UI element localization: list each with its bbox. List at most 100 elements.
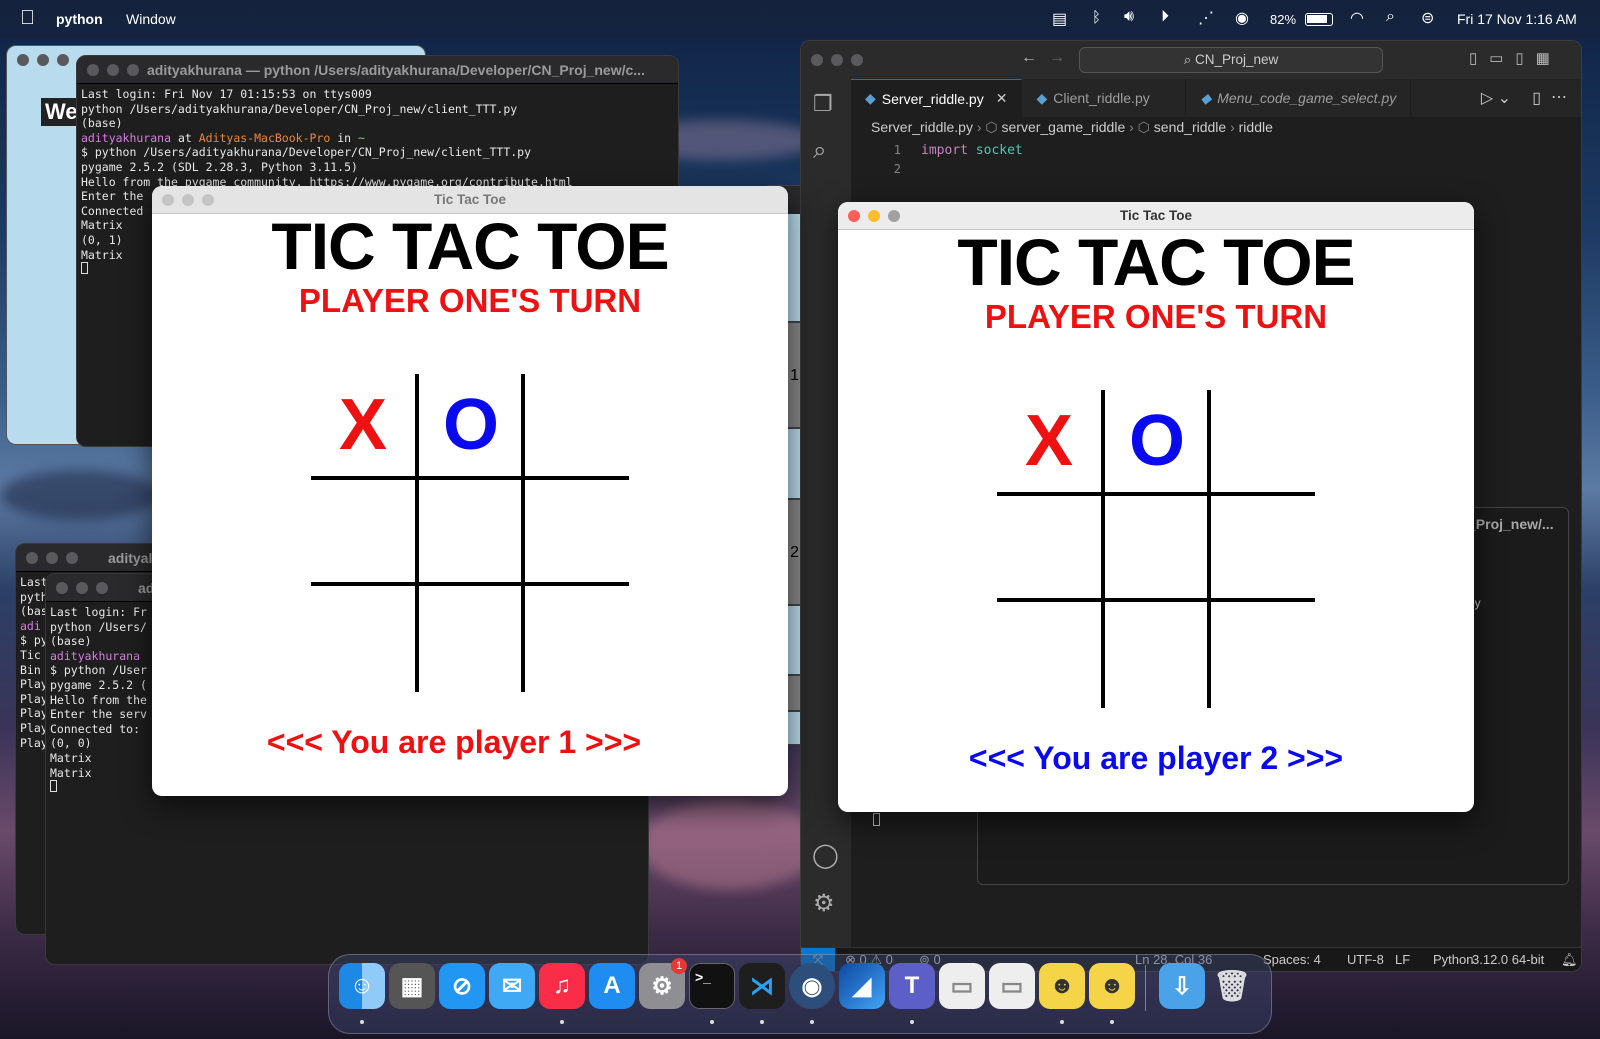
control-center-icon[interactable]: ⊜: [1421, 8, 1434, 28]
back-arrow-icon[interactable]: ←: [1021, 49, 1037, 67]
status-eol[interactable]: LF: [1395, 952, 1410, 967]
forward-arrow-icon[interactable]: →: [1049, 49, 1065, 67]
apple-icon[interactable]: : [20, 7, 35, 30]
bell-icon[interactable]: 🔔︎: [1561, 952, 1578, 968]
app-store-icon[interactable]: A: [589, 963, 635, 1009]
search-label: CN_Proj_new: [1195, 52, 1279, 67]
running-indicator: [1060, 1020, 1064, 1024]
line: Play: [20, 691, 48, 706]
game-board[interactable]: X O: [997, 390, 1315, 708]
terminal-icon[interactable]: >_: [689, 963, 735, 1009]
python-app-icon[interactable]: ☻: [1089, 963, 1135, 1009]
search-icon[interactable]: ⌕: [1386, 8, 1395, 26]
music-icon[interactable]: ♫: [539, 963, 585, 1009]
gear-icon[interactable]: ⚙: [813, 889, 835, 918]
python-file-icon: ◆: [1200, 89, 1212, 106]
status-language[interactable]: Python: [1433, 952, 1473, 967]
teams-icon[interactable]: T: [889, 963, 935, 1009]
line-number: 1: [893, 143, 901, 157]
tab-menu-code[interactable]: ◆ Menu_code_game_select.py: [1186, 79, 1412, 117]
editor-tabs: ◆ Server_riddle.py ✕ ◆ Client_riddle.py ◆ Me…: [851, 79, 1581, 117]
downloads-folder-icon[interactable]: ⇩: [1159, 963, 1205, 1009]
command-center-search[interactable]: ⌕ CN_Proj_new: [1079, 47, 1383, 73]
user-icon[interactable]: ◉: [1235, 8, 1249, 28]
terminal-titlebar[interactable]: adityakhurana — python /Users/adityakhur…: [77, 56, 678, 84]
prompt-user: adityakhurana: [81, 130, 172, 145]
terminal-cursor[interactable]: [81, 262, 88, 275]
breadcrumb-symbol[interactable]: send_riddle: [1154, 119, 1226, 135]
window-buttons[interactable]: [26, 552, 78, 564]
search-icon[interactable]: ⌕: [813, 137, 826, 165]
terminal-cursor[interactable]: [873, 813, 880, 826]
line: $ python /Users/adityakhurana/Developer/…: [81, 145, 532, 160]
terminal-titlebar[interactable]: adityal: [16, 544, 174, 572]
wireshark-icon[interactable]: ◢: [839, 963, 885, 1009]
board-cell-0-1[interactable]: O: [419, 384, 523, 466]
explorer-icon[interactable]: ❐: [813, 91, 833, 117]
window-buttons[interactable]: [87, 64, 139, 76]
window-buttons[interactable]: [811, 54, 863, 66]
python-app-icon[interactable]: ☻: [1039, 963, 1085, 1009]
more-icon[interactable]: ⋯: [1551, 87, 1567, 107]
bluetooth-icon[interactable]: ᛒ: [1092, 9, 1101, 26]
game-window-title: Tic Tac Toe: [1119, 208, 1193, 223]
board-cell-0-0[interactable]: X: [311, 384, 415, 466]
launchpad-icon[interactable]: ▦: [389, 963, 435, 1009]
airplay-icon[interactable]: ⋰: [1198, 8, 1214, 28]
tic-tac-toe-window-player2[interactable]: Tic Tac Toe TIC TAC TOE PLAYER ONE'S TUR…: [838, 202, 1474, 812]
trash-icon[interactable]: 🗑︎: [1209, 963, 1255, 1009]
menu-option-number: 2: [790, 544, 799, 561]
line: pyth: [20, 589, 48, 604]
game-board[interactable]: X O: [311, 374, 629, 692]
vscode-titlebar[interactable]: ← → ⌕ CN_Proj_new ▯▭▯▦: [801, 41, 1581, 79]
running-indicator: [560, 1020, 564, 1024]
window-buttons[interactable]: [848, 210, 900, 222]
line: Matrix: [50, 765, 92, 780]
python-launcher-icon[interactable]: ◉: [789, 963, 835, 1009]
code-editor[interactable]: import socket: [921, 141, 1023, 160]
layout-icons[interactable]: ▯▭▯▦: [1469, 49, 1562, 67]
tic-tac-toe-window-player1[interactable]: Tic Tac Toe TIC TAC TOE PLAYER ONE'S TUR…: [152, 186, 788, 796]
status-encoding[interactable]: UTF-8: [1347, 952, 1384, 967]
game-window-title: Tic Tac Toe: [433, 192, 507, 207]
battery-icon[interactable]: [1305, 13, 1333, 26]
breadcrumb-symbol[interactable]: server_game_riddle: [1002, 119, 1126, 135]
play-icon[interactable]: ⏵︎: [1161, 8, 1169, 26]
breadcrumb: Server_riddle.py › ⬡ server_game_riddle …: [871, 119, 1273, 136]
close-icon[interactable]: ✕: [996, 90, 1008, 107]
prompt-dir: ~: [357, 130, 365, 145]
wifi-icon[interactable]: ◠: [1350, 8, 1364, 28]
vscode-icon[interactable]: ⋊: [739, 963, 785, 1009]
document-icon[interactable]: ▭: [989, 963, 1035, 1009]
status-indent[interactable]: Spaces: 4: [1263, 952, 1321, 967]
keyboard-icon[interactable]: ▤: [1052, 9, 1067, 29]
split-editor-icon[interactable]: ▯: [1532, 88, 1541, 108]
finder-icon[interactable]: ☺: [339, 963, 385, 1009]
running-indicator: [760, 1020, 764, 1024]
menu-app-name[interactable]: python: [56, 11, 103, 27]
line: (0, 0): [50, 736, 92, 751]
safari-icon[interactable]: ⊘: [439, 963, 485, 1009]
tab-client-riddle[interactable]: ◆ Client_riddle.py: [1022, 79, 1187, 117]
line: Last login: Fr: [50, 605, 147, 619]
account-icon[interactable]: ◯: [812, 841, 839, 870]
menu-datetime[interactable]: Fri 17 Nov 1:16 AM: [1457, 11, 1577, 27]
window-buttons[interactable]: [17, 54, 69, 66]
terminal-cursor[interactable]: [50, 780, 57, 793]
breadcrumb-file[interactable]: Server_riddle.py: [871, 119, 973, 135]
tab-server-riddle[interactable]: ◆ Server_riddle.py ✕: [851, 79, 1023, 117]
mail-icon[interactable]: ✉: [489, 963, 535, 1009]
breadcrumb-symbol[interactable]: riddle: [1239, 119, 1273, 135]
battery-percent[interactable]: 82%: [1270, 12, 1296, 27]
volume-icon[interactable]: 🔊︎: [1124, 8, 1134, 26]
window-buttons[interactable]: [162, 194, 214, 206]
window-buttons[interactable]: [56, 582, 108, 594]
board-cell-0-1[interactable]: O: [1105, 400, 1209, 482]
line: python /Users/adityakhurana/Developer/CN…: [81, 101, 518, 116]
run-icon[interactable]: ▷ ⌄: [1481, 88, 1511, 108]
menu-window[interactable]: Window: [126, 11, 176, 27]
board-cell-0-0[interactable]: X: [997, 400, 1101, 482]
document-icon[interactable]: ▭: [939, 963, 985, 1009]
status-interpreter[interactable]: 3.12.0 64-bit: [1472, 952, 1544, 967]
menu-option-number: 1: [790, 367, 799, 384]
